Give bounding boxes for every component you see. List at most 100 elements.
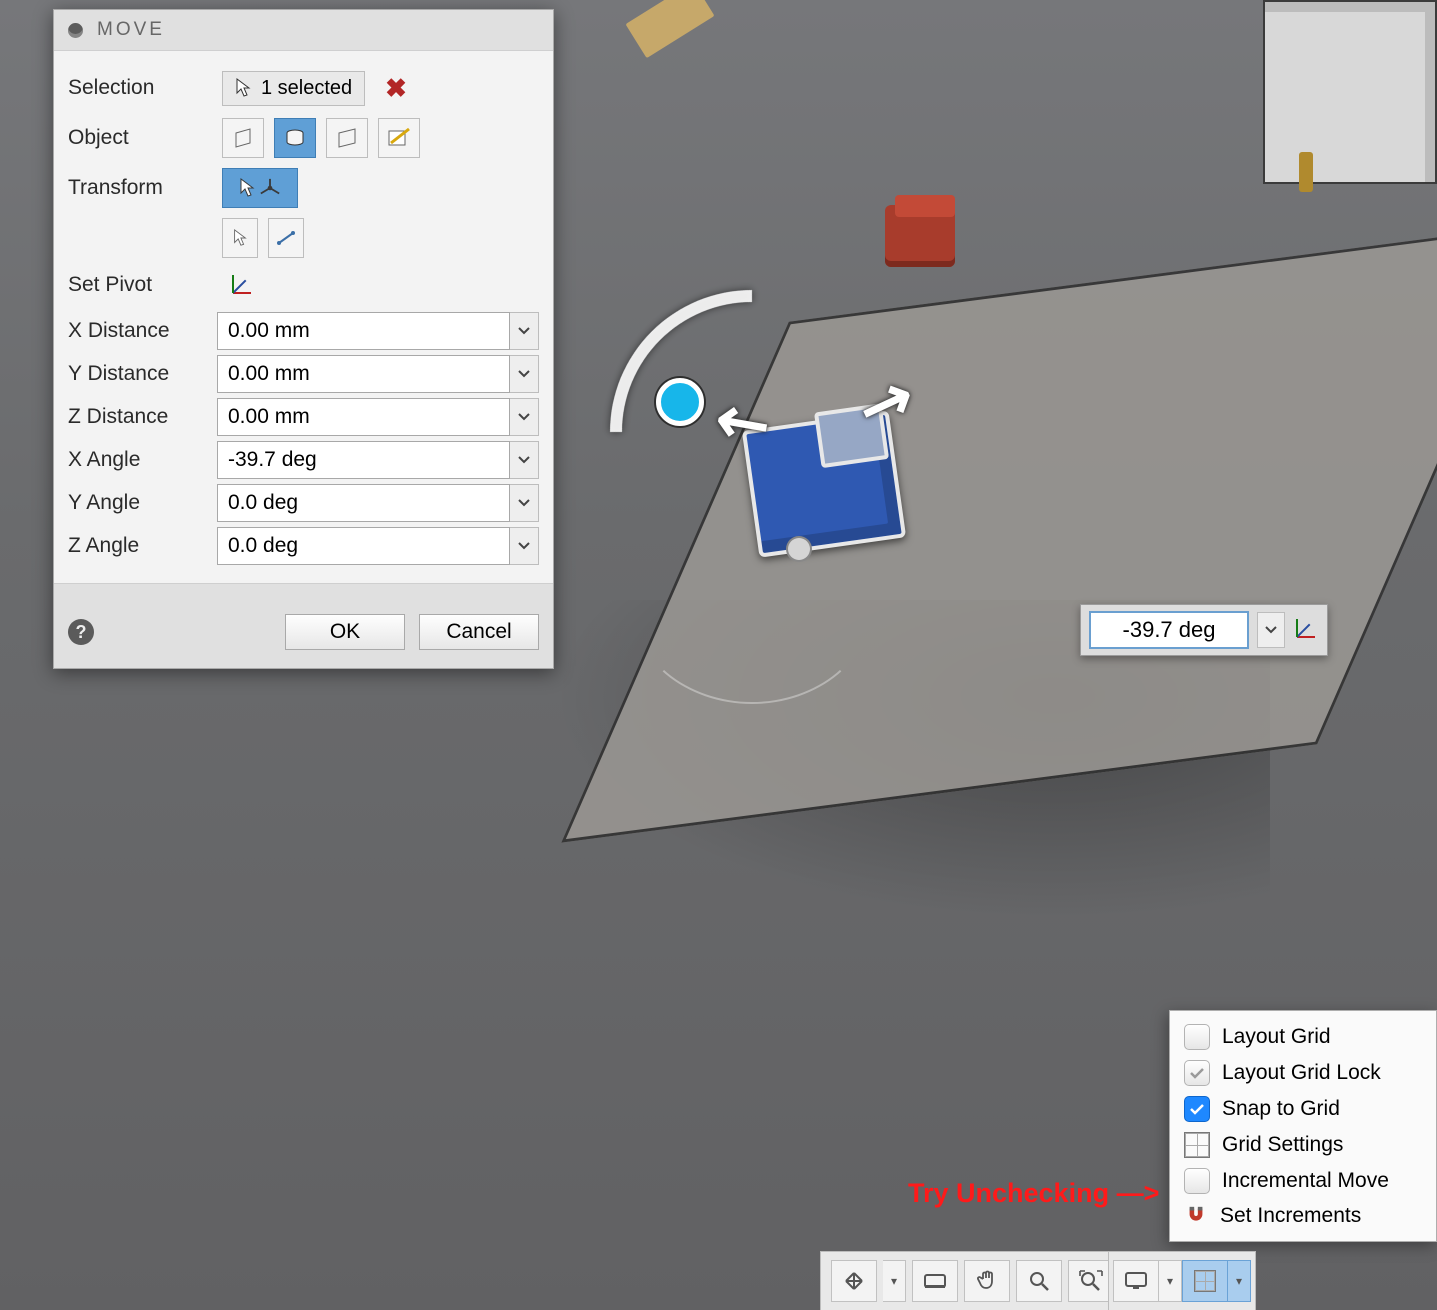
x-distance-label: X Distance [68, 319, 217, 343]
selection-count: 1 selected [261, 77, 352, 100]
body-icon [284, 127, 306, 149]
collapse-icon[interactable] [68, 23, 83, 38]
ok-button[interactable]: OK [285, 614, 405, 650]
chevron-down-icon [1265, 626, 1277, 634]
bed-clamp-red [885, 205, 955, 267]
transform-label: Transform [68, 176, 208, 200]
orbit-icon [841, 1269, 867, 1293]
snap-to-grid-toggle[interactable]: Snap to Grid [1170, 1091, 1436, 1127]
cursor-icon [235, 78, 251, 98]
viewport-angle-dropdown[interactable] [1257, 612, 1285, 648]
x-distance-input[interactable] [217, 312, 510, 350]
cancel-button[interactable]: Cancel [419, 614, 539, 650]
transform-freemove-button[interactable] [222, 168, 298, 208]
display-style-dropdown[interactable]: ▾ [1159, 1260, 1182, 1302]
help-button[interactable]: ? [68, 619, 94, 645]
z-angle-input[interactable] [217, 527, 510, 565]
grid-icon [1184, 1132, 1210, 1158]
navigation-toolbar: ▾ [820, 1251, 1125, 1310]
y-angle-input[interactable] [217, 484, 510, 522]
line-icon [275, 229, 297, 247]
grid-snap-dropdown[interactable]: ▾ [1228, 1260, 1251, 1302]
cursor-icon [239, 178, 255, 198]
user-annotation: Try Unchecking —> [908, 1178, 1159, 1209]
zoom-icon [1027, 1269, 1051, 1293]
viewport-angle-input-group [1080, 604, 1328, 656]
magnet-icon [1184, 1204, 1208, 1228]
menu-label: Layout Grid Lock [1222, 1061, 1381, 1085]
z-angle-label: Z Angle [68, 534, 217, 558]
chevron-down-icon [518, 499, 530, 507]
face-icon [232, 127, 254, 149]
object-faces-button[interactable] [222, 118, 264, 158]
stepper-motor-assembly [1263, 0, 1437, 184]
set-pivot-button[interactable] [222, 266, 262, 304]
set-increments-item[interactable]: Set Increments [1170, 1199, 1436, 1233]
dialog-titlebar[interactable]: MOVE [54, 10, 553, 51]
pan-button[interactable] [964, 1260, 1010, 1302]
orbit-dropdown[interactable]: ▾ [883, 1260, 906, 1302]
z-distance-dropdown[interactable] [510, 398, 539, 436]
display-style-icon [1124, 1271, 1148, 1291]
chevron-down-icon [518, 327, 530, 335]
transform-rotate-button[interactable] [268, 218, 304, 258]
look-at-button[interactable] [912, 1260, 958, 1302]
chevron-down-icon [518, 370, 530, 378]
z-distance-label: Z Distance [68, 405, 217, 429]
transform-translate-button[interactable] [222, 218, 258, 258]
z-angle-dropdown[interactable] [510, 527, 539, 565]
checkbox-unchecked-icon [1184, 1024, 1210, 1050]
dialog-separator [54, 583, 553, 600]
selection-chip[interactable]: 1 selected [222, 71, 365, 106]
chevron-down-icon [518, 456, 530, 464]
orbit-button[interactable] [831, 1260, 877, 1302]
fit-icon [1078, 1269, 1104, 1293]
y-distance-input[interactable] [217, 355, 510, 393]
object-label: Object [68, 126, 208, 150]
checkbox-mixed-icon [1184, 1060, 1210, 1086]
y-angle-label: Y Angle [68, 491, 217, 515]
y-distance-dropdown[interactable] [510, 355, 539, 393]
checkbox-unchecked-icon [1184, 1168, 1210, 1194]
dialog-title: MOVE [97, 19, 165, 41]
grid-icon [1194, 1270, 1216, 1292]
object-components-button[interactable] [326, 118, 368, 158]
menu-label: Grid Settings [1222, 1133, 1343, 1157]
object-bodies-button[interactable] [274, 118, 316, 158]
menu-label: Layout Grid [1222, 1025, 1331, 1049]
grid-snap-popup: Layout Grid Layout Grid Lock Snap to Gri… [1169, 1010, 1437, 1242]
x-angle-input[interactable] [217, 441, 510, 479]
menu-label: Snap to Grid [1222, 1097, 1340, 1121]
move-dialog: MOVE Selection 1 selected ✖ Object [53, 9, 554, 669]
cursor-icon [233, 229, 247, 247]
checkbox-checked-icon [1184, 1096, 1210, 1122]
menu-label: Set Increments [1220, 1204, 1361, 1228]
z-distance-input[interactable] [217, 398, 510, 436]
grid-snap-button[interactable] [1182, 1260, 1228, 1302]
layout-grid-toggle[interactable]: Layout Grid [1170, 1019, 1436, 1055]
display-toolbar: ▾ ▾ [1108, 1251, 1256, 1310]
x-angle-label: X Angle [68, 448, 217, 472]
x-angle-dropdown[interactable] [510, 441, 539, 479]
model-part-tan [625, 0, 714, 58]
object-sketch-button[interactable] [378, 118, 420, 158]
component-icon [336, 127, 358, 149]
zoom-button[interactable] [1016, 1260, 1062, 1302]
display-style-button[interactable] [1113, 1260, 1159, 1302]
rotation-handle[interactable] [656, 378, 704, 426]
y-angle-dropdown[interactable] [510, 484, 539, 522]
layout-grid-lock-toggle[interactable]: Layout Grid Lock [1170, 1055, 1436, 1091]
grid-settings-item[interactable]: Grid Settings [1170, 1127, 1436, 1163]
pan-icon [975, 1269, 999, 1293]
triad-icon [259, 177, 281, 199]
selection-label: Selection [68, 76, 208, 100]
chevron-down-icon [518, 413, 530, 421]
pivot-axes-icon[interactable] [1293, 618, 1317, 642]
viewport-angle-input[interactable] [1089, 611, 1249, 649]
x-distance-dropdown[interactable] [510, 312, 539, 350]
pivot-axes-icon [229, 272, 255, 298]
chevron-down-icon [518, 542, 530, 550]
menu-label: Incremental Move [1222, 1169, 1389, 1193]
clear-selection-button[interactable]: ✖ [379, 73, 413, 104]
incremental-move-toggle[interactable]: Incremental Move [1170, 1163, 1436, 1199]
